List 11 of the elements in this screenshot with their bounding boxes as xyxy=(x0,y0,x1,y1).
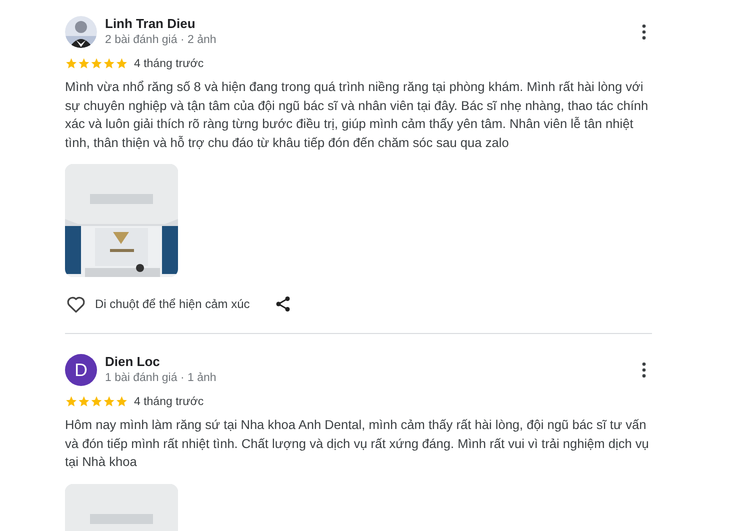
author-name[interactable]: Dien Loc xyxy=(105,354,634,370)
review-text: Hôm nay mình làm răng sứ tại Nha khoa Anh Dental, mình cảm thấy rất hài lòng, đội ngũ bác sĩ tư vấn và đón tiếp mình rất nhiệt tình. Chất lượng và dịch vụ rất xứng đáng. Mình rất vui vì trải nghiệm dịch vụ tại Nhà khoa xyxy=(65,416,650,471)
review-text: Mình vừa nhổ răng số 8 và hiện đang trong quá trình niềng răng tại phòng khám. Mình rất hài lòng với sự chuyên nghiệp và tận tâm của đội ngũ bác sĩ và nhân viên tại đây. Bác sĩ nhẹ nhàng, thao tác chính xác và luôn giải thích rõ ràng từng bước điều trị, giúp mình cảm thấy yên tâm. Nhân viên lễ tân nhiệt tình, thân thiện và hỗ trợ chu đáo từ khâu tiếp đón đến chăm sóc sau qua zalo xyxy=(65,78,650,152)
author-stats: 2 bài đánh giá · 2 ảnh xyxy=(105,33,218,48)
author-stats: 1 bài đánh giá · 1 ảnh xyxy=(105,371,218,386)
review-date: 4 tháng trước xyxy=(134,58,204,70)
share-icon[interactable] xyxy=(274,295,292,313)
avatar[interactable]: D xyxy=(65,354,97,386)
like-button[interactable]: Di chuột để thể hiện cảm xúc xyxy=(65,293,250,315)
review-date: 4 tháng trước xyxy=(134,396,204,408)
author-name[interactable]: Linh Tran Dieu xyxy=(105,16,634,32)
